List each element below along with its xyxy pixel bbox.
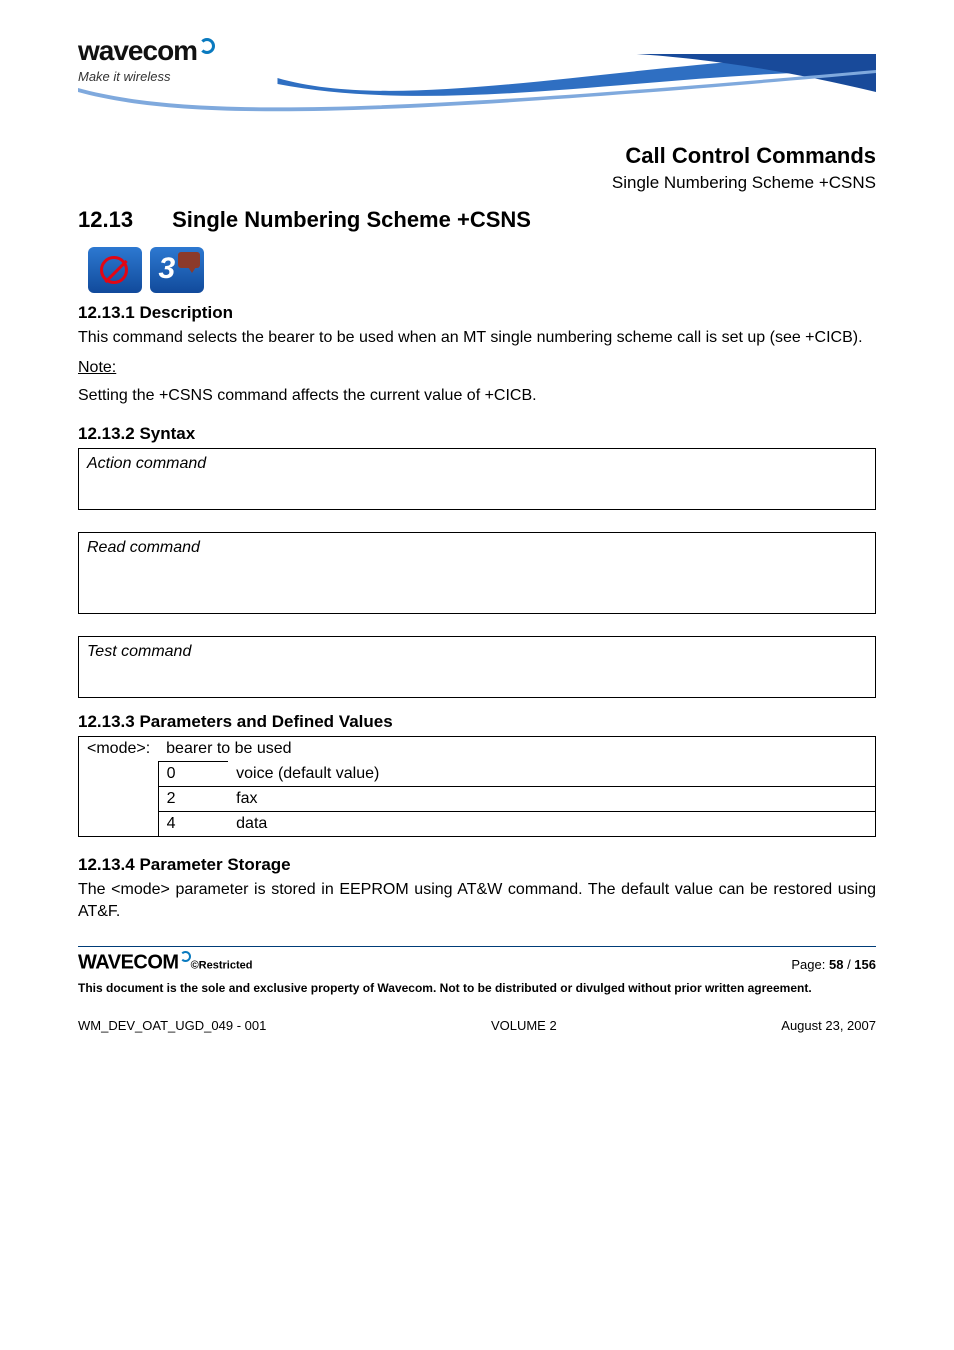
- parameter-storage-heading: 12.13.4 Parameter Storage: [78, 855, 876, 875]
- param-desc: fax: [228, 787, 875, 812]
- table-row: 4 data: [79, 812, 876, 837]
- doc-id: WM_DEV_OAT_UGD_049 - 001: [78, 1018, 266, 1033]
- parameters-heading: 12.13.3 Parameters and Defined Values: [78, 712, 876, 732]
- volume: VOLUME 2: [491, 1018, 557, 1033]
- note-text: Setting the +CSNS command affects the cu…: [78, 385, 876, 407]
- breadcrumb-section: Single Numbering Scheme +CSNS: [78, 173, 876, 193]
- section-title: Single Numbering Scheme +CSNS: [172, 207, 531, 232]
- footer-bottom-row: WM_DEV_OAT_UGD_049 - 001 VOLUME 2 August…: [78, 1018, 876, 1033]
- syntax-heading: 12.13.2 Syntax: [78, 424, 876, 444]
- action-command-box: Action command: [78, 448, 876, 510]
- param-value: 4: [158, 812, 228, 837]
- footer-logo-swirl-icon: [180, 951, 191, 962]
- description-heading: 12.13.1 Description: [78, 303, 876, 323]
- note-label: Note:: [78, 359, 876, 377]
- footer-rule: [78, 946, 876, 947]
- footer-disclaimer: This document is the sole and exclusive …: [78, 981, 876, 996]
- parameters-table: <mode>: bearer to be used 0 voice (defau…: [78, 736, 876, 837]
- doc-date: August 23, 2007: [781, 1018, 876, 1033]
- footer-top-row: WAVECOM ©Restricted Page: 58 / 156: [78, 951, 876, 974]
- param-key-desc: bearer to be used: [158, 737, 875, 762]
- test-command-label: Test command: [87, 643, 867, 661]
- table-row: 2 fax: [79, 787, 876, 812]
- breadcrumb: Call Control Commands Single Numbering S…: [78, 143, 876, 193]
- param-value: 2: [158, 787, 228, 812]
- page-current: 58: [829, 957, 843, 972]
- param-value: 0: [158, 762, 228, 787]
- param-key: <mode>:: [79, 737, 159, 762]
- param-desc: voice (default value): [228, 762, 875, 787]
- capability-icons-row: 3: [88, 247, 876, 293]
- page-label: Page:: [791, 957, 829, 972]
- page-indicator: Page: 58 / 156: [791, 957, 876, 972]
- page-header: wavecom Make it wireless: [78, 0, 876, 125]
- parameter-storage-text: The <mode> parameter is stored in EEPROM…: [78, 879, 876, 922]
- test-command-box: Test command: [78, 636, 876, 698]
- read-command-label: Read command: [87, 539, 867, 557]
- page-total: 156: [854, 957, 876, 972]
- breadcrumb-chapter: Call Control Commands: [78, 143, 876, 169]
- page-sep: /: [843, 957, 854, 972]
- three-xx-generation-icon: 3: [150, 247, 204, 293]
- description-text: This command selects the bearer to be us…: [78, 327, 876, 349]
- section-number: 12.13: [78, 207, 166, 233]
- footer-restricted: ©Restricted: [191, 960, 253, 972]
- footer-logo: WAVECOM: [78, 952, 179, 974]
- read-command-box: Read command: [78, 532, 876, 614]
- no-sim-icon: [88, 247, 142, 293]
- table-row: 0 voice (default value): [79, 762, 876, 787]
- param-desc: data: [228, 812, 875, 837]
- action-command-label: Action command: [87, 455, 867, 473]
- section-heading: 12.13 Single Numbering Scheme +CSNS: [78, 207, 876, 233]
- header-swoosh-graphic: [78, 48, 876, 133]
